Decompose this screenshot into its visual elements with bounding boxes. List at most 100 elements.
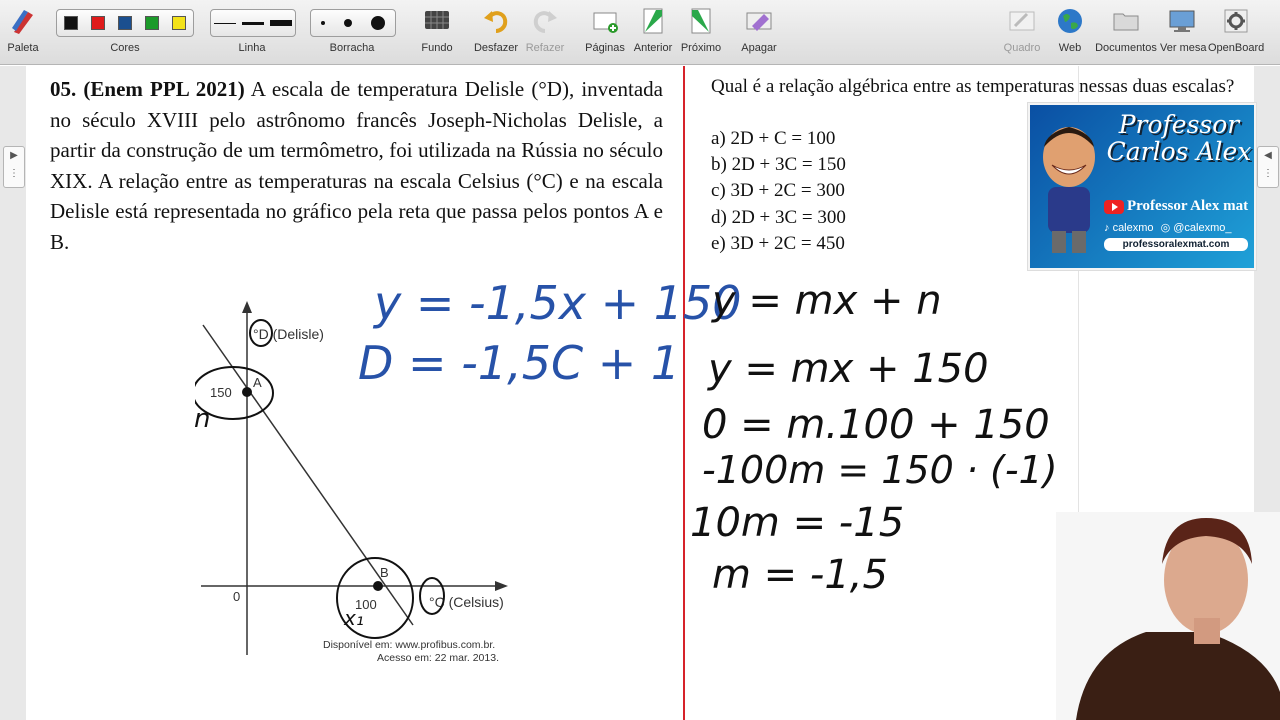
undo-icon	[484, 11, 508, 33]
webcam-video	[1056, 512, 1280, 720]
show-desktop-label: Ver mesa	[1160, 42, 1207, 54]
line-thick-button[interactable]	[270, 20, 292, 26]
color-swatch-black[interactable]	[63, 16, 78, 30]
color-swatch-green[interactable]	[145, 16, 160, 30]
monitor-icon	[1169, 10, 1195, 32]
next-page-icon	[691, 8, 711, 34]
presenter-silhouette	[1056, 512, 1280, 720]
openboard-label: OpenBoard	[1208, 42, 1265, 54]
black-step-1: y = mx + n	[712, 278, 942, 324]
x-axis-arrow	[495, 581, 508, 591]
pages-label: Páginas	[585, 42, 625, 54]
eraser-group: Borracha	[308, 0, 396, 64]
board-label: Quadro	[1003, 42, 1041, 54]
redo-icon	[533, 11, 557, 33]
right-sidebar: ◀ ⋮	[1254, 66, 1280, 526]
black-step-2: y = mx + 150	[708, 346, 989, 392]
left-sidebar-toggle[interactable]: ▶ ⋮	[3, 146, 25, 188]
black-step-5: 10m = -15	[690, 500, 905, 546]
professor-badge: Professor Carlos Alex Professor Alex mat…	[1028, 103, 1256, 270]
blue-equation-1: y = -1,5x + 150	[374, 276, 742, 330]
undo-button[interactable]: Desfazer	[472, 0, 520, 64]
erase-all-label: Apagar	[741, 42, 777, 54]
color-swatch-blue[interactable]	[117, 16, 132, 30]
point-b	[373, 581, 383, 591]
pages-button[interactable]: Páginas	[582, 0, 628, 64]
right-sidebar-toggle[interactable]: ◀ ⋮	[1257, 146, 1279, 188]
blue-equation-2: D = -1,5C + 1	[358, 336, 681, 390]
globe-icon	[1058, 9, 1082, 33]
color-swatch-red[interactable]	[90, 16, 105, 30]
previous-page-icon	[643, 8, 663, 34]
source-line-2: Acesso em: 22 mar. 2013.	[377, 652, 499, 664]
show-desktop-button[interactable]: Ver mesa	[1160, 0, 1207, 64]
redo-label: Refazer	[525, 42, 565, 54]
colors-group: Cores	[54, 0, 196, 64]
question-prompt: Qual é a relação algébrica entre as temp…	[711, 76, 1235, 97]
line-group: Linha	[208, 0, 296, 64]
option-b: b) 2D + 3C = 150	[711, 154, 846, 176]
tiktok-icon: ♪	[1104, 222, 1110, 234]
openboard-toolbar: Paleta Cores Linha Borracha Fundo Desfaz…	[0, 0, 1280, 65]
instagram-icon: ◎	[1160, 222, 1171, 234]
line-thin-button[interactable]	[214, 22, 236, 24]
color-swatch-yellow[interactable]	[172, 16, 187, 30]
background-button[interactable]: Fundo	[414, 0, 460, 64]
erase-all-button[interactable]: Apagar	[734, 0, 784, 64]
black-step-3: 0 = m.100 + 150	[702, 402, 1050, 448]
red-margin-line	[683, 66, 685, 720]
board-pen-icon	[1009, 11, 1035, 31]
next-page-label: Próximo	[680, 42, 722, 54]
web-button[interactable]: Web	[1048, 0, 1092, 64]
eraser-label: Borracha	[329, 42, 375, 54]
color-swatches	[56, 9, 194, 37]
previous-page-button[interactable]: Anterior	[630, 0, 676, 64]
next-page-button[interactable]: Próximo	[678, 0, 724, 64]
palette-button[interactable]: Paleta	[2, 0, 44, 64]
caricature-avatar	[1043, 127, 1095, 253]
answer-options: a) 2D + C = 100 b) 2D + 3C = 150 c) 3D +…	[711, 126, 846, 257]
redo-button[interactable]: Refazer	[522, 0, 568, 64]
erase-all-icon	[746, 12, 772, 31]
line-medium-button[interactable]	[242, 21, 264, 25]
point-a-value: 150	[210, 385, 232, 400]
point-a-label: A	[253, 375, 262, 390]
palette-label: Paleta	[7, 42, 39, 54]
badge-title: Professor Carlos Alex	[1104, 111, 1254, 165]
background-grid-icon	[425, 11, 449, 29]
eraser-large-button[interactable]	[371, 16, 386, 30]
folder-icon	[1113, 13, 1139, 31]
question-text: A escala de temperatura Delisle (°D), in…	[50, 77, 663, 254]
option-c: c) 3D + 2C = 300	[711, 180, 845, 202]
source-line-1: Disponível em: www.profibus.com.br.	[323, 639, 495, 651]
option-d: d) 2D + 3C = 300	[711, 206, 846, 228]
badge-url: professoralexmat.com	[1104, 238, 1248, 251]
question-statement: 05. (Enem PPL 2021) A escala de temperat…	[50, 74, 663, 257]
y-axis-label: °D (Delisle)	[253, 326, 324, 342]
background-label: Fundo	[421, 42, 453, 54]
add-page-icon	[593, 12, 618, 33]
handwritten-n: n	[194, 404, 211, 434]
badge-tiktok: calexmo	[1112, 222, 1154, 234]
point-b-label: B	[380, 565, 389, 580]
line-label: Linha	[238, 42, 266, 54]
point-a	[242, 387, 252, 397]
left-sidebar: ▶ ⋮	[0, 66, 26, 720]
badge-youtube-name: Professor Alex mat	[1127, 198, 1249, 214]
badge-youtube: Professor Alex mat	[1104, 198, 1248, 215]
handwritten-x1: x₁	[344, 606, 364, 630]
eraser-small-button[interactable]	[320, 21, 325, 25]
option-a: a) 2D + C = 100	[711, 128, 836, 149]
eraser-medium-button[interactable]	[343, 19, 352, 27]
origin-label: 0	[233, 589, 240, 604]
board-button[interactable]: Quadro	[1000, 0, 1044, 64]
documents-button[interactable]: Documentos	[1094, 0, 1158, 64]
black-step-6: m = -1,5	[712, 552, 888, 598]
question-number: 05. (Enem PPL 2021)	[50, 77, 245, 101]
documents-label: Documentos	[1095, 42, 1157, 54]
openboard-menu-button[interactable]: OpenBoard	[1208, 0, 1264, 64]
badge-instagram: @calexmo_	[1173, 222, 1232, 234]
youtube-icon	[1104, 199, 1124, 214]
option-e: e) 3D + 2C = 450	[711, 232, 845, 254]
gear-icon	[1224, 9, 1248, 33]
